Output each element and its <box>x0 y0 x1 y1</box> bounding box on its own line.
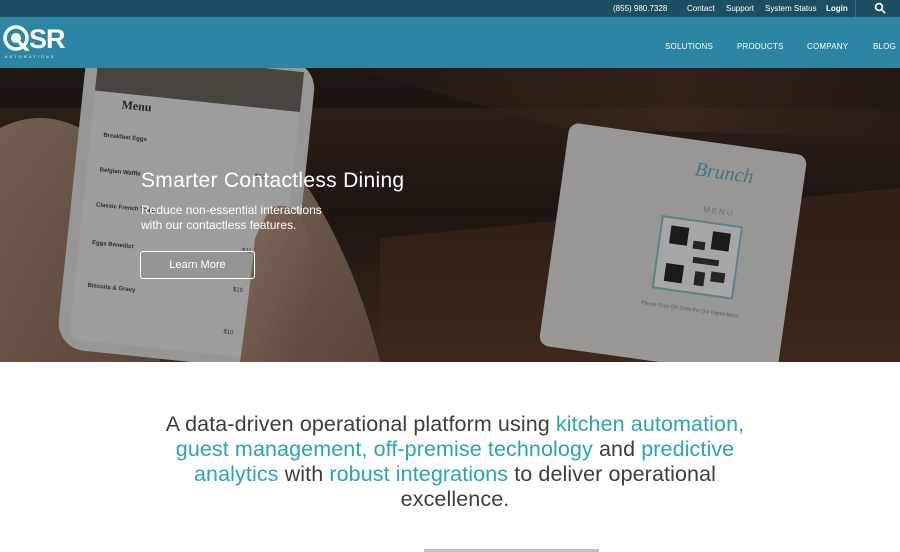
logo-q-mark-icon <box>3 25 29 51</box>
tagline-text-2: and <box>592 437 642 461</box>
hero-title: Smarter Contactless Dining <box>141 169 405 192</box>
nav-company[interactable]: COMPANY <box>807 17 848 68</box>
hero-subtitle-line-2: with our contactless features. <box>141 218 297 232</box>
hero-subtitle-line-1: Reduce non-essential interactions <box>141 203 322 217</box>
learn-more-button[interactable]: Learn More <box>140 251 255 279</box>
nav-blog[interactable]: BLOG <box>873 17 896 68</box>
hero-subtitle: Reduce non-essential interactions with o… <box>141 203 341 233</box>
support-link[interactable]: Support <box>726 0 754 17</box>
tagline-text-3: with <box>278 462 330 486</box>
search-icon[interactable] <box>874 2 886 14</box>
login-link[interactable]: Login <box>826 0 848 17</box>
platform-tagline: A data-driven operational platform using… <box>150 412 760 512</box>
tagline-text-1: A data-driven operational platform using <box>165 412 556 436</box>
phone-number-link[interactable]: (855) 980.7328 <box>613 0 667 17</box>
nav-products[interactable]: PRODUCTS <box>737 17 784 68</box>
utility-bar: (855) 980.7328 Contact Support System St… <box>0 0 900 17</box>
logo-subtitle: AUTOMATIONS <box>5 55 56 59</box>
system-status-link[interactable]: System Status <box>765 0 817 17</box>
hero-background-image: Brunch MENU Please Scan QR Code For Our … <box>0 68 900 362</box>
main-navigation: SR AUTOMATIONS SOLUTIONS PRODUCTS COMPAN… <box>0 17 900 68</box>
hero-banner: Brunch MENU Please Scan QR Code For Our … <box>0 68 900 362</box>
nav-solutions[interactable]: SOLUTIONS <box>665 17 713 68</box>
contact-link[interactable]: Contact <box>687 0 715 17</box>
qsr-logo[interactable]: SR AUTOMATIONS <box>3 24 75 63</box>
logo-text: SR <box>29 24 66 54</box>
tagline-highlight-integrations[interactable]: robust integrations <box>329 462 508 486</box>
utility-divider <box>855 0 856 17</box>
